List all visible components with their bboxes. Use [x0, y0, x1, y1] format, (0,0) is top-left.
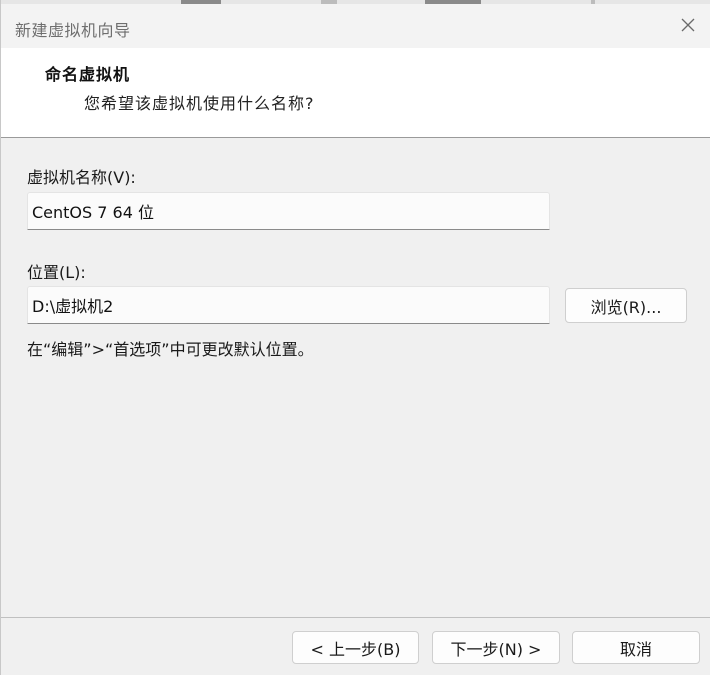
page-title: 命名虚拟机 — [45, 65, 131, 84]
wizard-header: 命名虚拟机 您希望该虚拟机使用什么名称? — [1, 48, 710, 138]
close-button[interactable] — [673, 10, 703, 40]
back-button[interactable]: < 上一步(B) — [292, 631, 419, 664]
footer-divider — [1, 617, 710, 618]
vm-name-label: 虚拟机名称(V): — [27, 168, 136, 187]
window-title: 新建虚拟机向导 — [15, 21, 131, 40]
new-vm-wizard-window: 新建虚拟机向导 命名虚拟机 您希望该虚拟机使用什么名称? 虚拟机名称(V): 位… — [0, 0, 710, 675]
default-location-hint: 在“编辑”>“首选项”中可更改默认位置。 — [27, 340, 314, 359]
vm-name-input[interactable] — [27, 192, 550, 230]
location-label: 位置(L): — [27, 263, 86, 282]
location-input[interactable] — [27, 286, 550, 324]
page-subtitle: 您希望该虚拟机使用什么名称? — [84, 94, 315, 113]
cancel-button[interactable]: 取消 — [572, 631, 700, 664]
browse-button[interactable]: 浏览(R)... — [565, 288, 687, 323]
next-button[interactable]: 下一步(N) > — [432, 631, 560, 664]
title-bar: 新建虚拟机向导 — [1, 4, 710, 48]
close-icon — [681, 18, 695, 32]
